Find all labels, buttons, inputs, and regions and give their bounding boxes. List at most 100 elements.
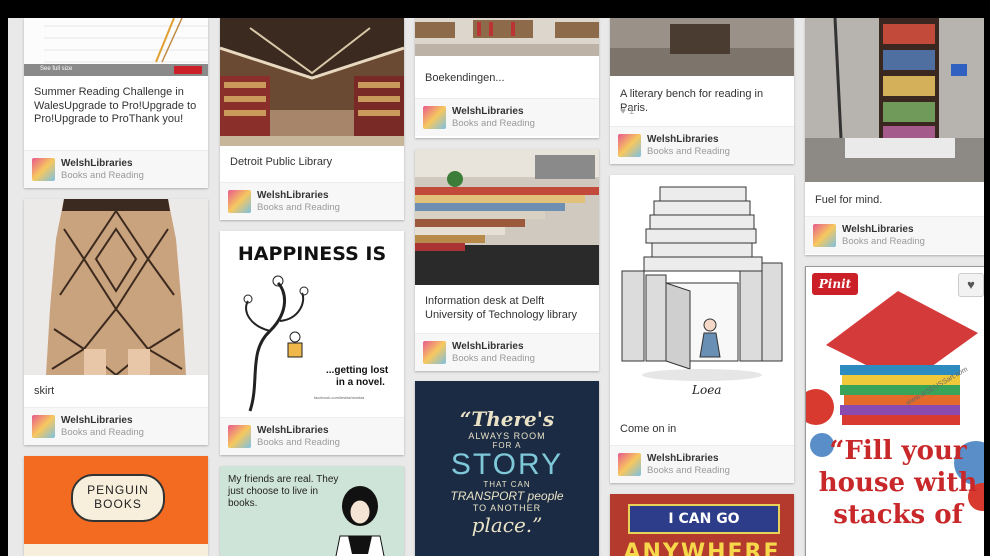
penguin-logo: PENGUIN BOOKS <box>71 474 165 522</box>
pin-story-quote[interactable]: “There's ALWAYS ROOM FOR A STORY THAT CA… <box>415 381 599 556</box>
avatar[interactable] <box>813 224 836 247</box>
pin-attribution[interactable]: WelshLibraries Books and Reading <box>610 445 794 483</box>
story-line2: ALWAYS ROOM <box>468 431 546 441</box>
pinner-name[interactable]: WelshLibraries <box>452 341 524 352</box>
avatar[interactable] <box>32 158 55 181</box>
avatar[interactable] <box>228 190 251 213</box>
avatar[interactable] <box>423 106 446 129</box>
pin-image[interactable]: See full size <box>24 18 208 76</box>
pin-image[interactable] <box>805 18 984 182</box>
board-name[interactable]: Books and Reading <box>61 427 144 438</box>
board-name[interactable]: Books and Reading <box>257 202 340 213</box>
board-name[interactable]: Books and Reading <box>452 353 535 364</box>
pin-fuel-for-mind[interactable]: Fuel for mind. WelshLibraries Books and … <box>805 18 984 255</box>
pin-attribution[interactable]: WelshLibraries Books and Reading <box>24 407 208 445</box>
bench-photo <box>610 18 794 76</box>
story-quote: “There's ALWAYS ROOM FOR A STORY THAT CA… <box>415 407 599 537</box>
pinit-button[interactable]: Pinit <box>812 273 858 295</box>
story-line5: THAT CAN <box>483 480 531 489</box>
delft-photo <box>415 149 599 285</box>
story-line8: place.” <box>471 513 543 537</box>
pinner-name[interactable]: WelshLibraries <box>257 190 329 201</box>
like-count-value: 1 <box>628 106 635 117</box>
like-count: ♥ 1 <box>620 106 634 117</box>
pin-description: A literary bench for reading in Paris. <box>620 88 764 114</box>
pin-image[interactable] <box>610 18 794 76</box>
pin-penguin[interactable]: PENGUIN BOOKS <box>24 456 208 556</box>
pin-image[interactable] <box>415 149 599 285</box>
pinner-name[interactable]: WelshLibraries <box>257 425 329 436</box>
pin-paris-bench[interactable]: A literary bench for reading in Paris. ♥… <box>610 18 794 164</box>
pin-attribution[interactable]: WelshLibraries Books and Reading <box>805 216 984 254</box>
pinner-name[interactable]: WelshLibraries <box>61 158 133 169</box>
pinner-name[interactable]: WelshLibraries <box>61 415 133 426</box>
board-name[interactable]: Books and Reading <box>257 437 340 448</box>
story-line6: TRANSPORT people <box>450 489 564 503</box>
pin-image[interactable]: HAPPINESS IS ...getting lost in a novel.… <box>220 231 404 415</box>
story-line7: TO ANOTHER <box>472 503 542 513</box>
happiness-caption-line1: ...getting lost <box>326 365 389 376</box>
pin-description: Summer Reading Challenge in WalesUpgrade… <box>34 86 197 125</box>
pin-skirt[interactable]: skirt WelshLibraries Books and Reading <box>24 199 208 445</box>
girl-illustration <box>335 486 385 556</box>
pin-board: See full size Summer Reading Challenge i… <box>8 18 984 556</box>
book-door-illustration <box>610 175 794 413</box>
pin-image[interactable] <box>415 18 599 56</box>
board-name[interactable]: Books and Reading <box>647 146 730 157</box>
avatar[interactable] <box>423 341 446 364</box>
pin-attribution[interactable]: WelshLibraries Books and Reading <box>24 150 208 188</box>
like-heart-button[interactable]: ♥ <box>958 273 984 297</box>
penguin-band <box>24 544 208 556</box>
pin-attribution[interactable]: WelshLibraries Books and Reading <box>415 98 599 136</box>
pin-summer-reading[interactable]: See full size Summer Reading Challenge i… <box>24 18 208 188</box>
fill-line3: stacks of <box>833 500 963 530</box>
pin-come-on-in[interactable]: Loea Come on in WelshLibraries Books and… <box>610 175 794 483</box>
pin-description: Detroit Public Library <box>230 156 333 168</box>
avatar[interactable] <box>618 134 641 157</box>
heart-icon: ♥ <box>620 106 626 117</box>
pin-attribution[interactable]: WelshLibraries Books and Reading <box>610 126 794 164</box>
bookends-photo <box>415 18 599 56</box>
fill-line1: “Fill your <box>829 436 967 466</box>
pin-image[interactable]: Loea <box>610 175 794 413</box>
pin-image[interactable] <box>24 199 208 375</box>
board-name[interactable]: Books and Reading <box>647 465 730 476</box>
pinner-name[interactable]: WelshLibraries <box>842 224 914 235</box>
avatar[interactable] <box>32 415 55 438</box>
board-name[interactable]: Books and Reading <box>452 118 535 129</box>
pin-i-can-go[interactable]: I CAN GO ANYWHERE <box>610 494 794 556</box>
board-name[interactable]: Books and Reading <box>61 170 144 181</box>
pin-bookends[interactable]: Boekendingen... WelshLibraries Books and… <box>415 18 599 138</box>
pin-happiness-is[interactable]: HAPPINESS IS ...getting lost in a novel.… <box>220 231 404 455</box>
board-name[interactable]: Books and Reading <box>842 236 925 247</box>
pinner-name[interactable]: WelshLibraries <box>647 134 719 145</box>
pin-attribution[interactable]: WelshLibraries Books and Reading <box>415 333 599 371</box>
pin-detroit-library[interactable]: Detroit Public Library WelshLibraries Bo… <box>220 18 404 220</box>
fill-line2: house with <box>818 468 978 498</box>
pin-my-friends[interactable]: My friends are real. They just choose to… <box>220 466 404 556</box>
pin-image[interactable] <box>220 18 404 146</box>
pinner-name[interactable]: WelshLibraries <box>452 106 524 117</box>
icango-line1: I CAN GO <box>668 511 740 527</box>
pinner-name[interactable]: WelshLibraries <box>647 453 719 464</box>
chart-link[interactable]: See full size <box>40 66 72 72</box>
fill-quote: “Fill your house with stacks of <box>806 435 984 531</box>
icango-line2: ANYWHERE <box>623 540 781 556</box>
pin-description: Fuel for mind. <box>815 194 883 206</box>
story-line1: “There's <box>459 407 555 431</box>
pin-description: Come on in <box>620 423 677 435</box>
avatar[interactable] <box>618 453 641 476</box>
avatar[interactable] <box>228 425 251 448</box>
icango-banner: I CAN GO <box>628 504 780 534</box>
artist-signature: Loea <box>692 383 722 397</box>
pin-attribution[interactable]: WelshLibraries Books and Reading <box>220 182 404 220</box>
heart-icon: ♥ <box>967 277 975 292</box>
story-line4: STORY <box>450 448 564 481</box>
library-photo <box>220 18 404 146</box>
pin-fill-your-house[interactable]: Pinit ♥ www.drSEUSSart.com “Fill your ho… <box>805 266 984 556</box>
happiness-caption-line2: in a novel. <box>336 377 385 388</box>
pin-delft-desk[interactable]: Information desk at Delft University of … <box>415 149 599 371</box>
pin-description: Information desk at Delft University of … <box>425 295 578 321</box>
pin-attribution[interactable]: WelshLibraries Books and Reading <box>220 417 404 455</box>
pin-description: Boekendingen... <box>425 72 505 84</box>
